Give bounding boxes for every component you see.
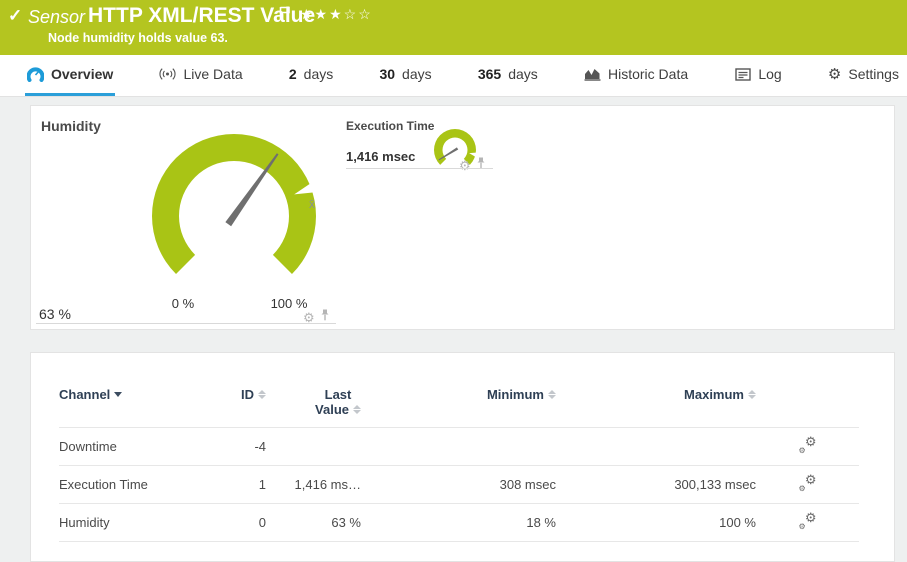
tab-label: Settings bbox=[848, 66, 899, 82]
tab-30-days[interactable]: 30 days bbox=[377, 55, 433, 96]
tab-overview[interactable]: Overview bbox=[25, 55, 115, 96]
sort-desc-icon bbox=[114, 392, 122, 397]
channel-maximum: 100 % bbox=[556, 504, 756, 542]
channels-panel: Channel ID Last Value bbox=[30, 352, 895, 562]
humidity-gauge-min-label: 0 % bbox=[170, 296, 196, 311]
tab-label: Historic Data bbox=[608, 66, 688, 82]
channel-last-value: 1,416 ms… bbox=[266, 466, 361, 504]
gear-icon[interactable]: ⚙ bbox=[303, 311, 315, 324]
column-label: Last bbox=[325, 387, 352, 402]
tab-label: days bbox=[508, 66, 538, 82]
table-header-row: Channel ID Last Value bbox=[59, 383, 859, 428]
sensor-status-banner: ✓ Sensor HTTP XML/REST Value ★★★☆☆ Node … bbox=[0, 0, 907, 55]
column-label: Channel bbox=[59, 387, 110, 402]
tab-label: days bbox=[304, 66, 334, 82]
sort-icon bbox=[748, 390, 756, 399]
channels-table: Channel ID Last Value bbox=[59, 383, 859, 542]
execution-time-tile-divider bbox=[346, 168, 493, 169]
tab-label: Log bbox=[758, 66, 781, 82]
sensor-message: Node humidity holds value 63. bbox=[48, 31, 228, 45]
object-kind-label: Sensor bbox=[28, 7, 85, 28]
execution-time-current-value: 1,416 msec bbox=[346, 149, 415, 164]
priority-stars[interactable]: ★★★☆☆ bbox=[300, 6, 373, 23]
channel-name[interactable]: Downtime bbox=[59, 428, 234, 466]
column-header-id[interactable]: ID bbox=[241, 387, 266, 402]
pin-icon[interactable] bbox=[476, 156, 486, 174]
execution-time-gauge-title: Execution Time bbox=[346, 119, 434, 133]
channel-minimum: 18 % bbox=[361, 504, 556, 542]
channel-settings-icon[interactable]: ⚙⚙ bbox=[799, 513, 817, 529]
channel-maximum: 300,133 msec bbox=[556, 466, 756, 504]
channel-name[interactable]: Execution Time bbox=[59, 466, 234, 504]
log-icon bbox=[734, 66, 751, 82]
tab-number: 365 bbox=[478, 66, 501, 82]
channel-id: 0 bbox=[234, 504, 266, 542]
channel-last-value bbox=[266, 428, 361, 466]
column-header-channel[interactable]: Channel bbox=[59, 387, 122, 402]
table-row[interactable]: Execution Time 1 1,416 ms… 308 msec 300,… bbox=[59, 466, 859, 504]
column-header-maximum[interactable]: Maximum bbox=[684, 387, 756, 402]
gear-icon[interactable]: ⚙ bbox=[459, 159, 471, 172]
channel-last-value: 63 % bbox=[266, 504, 361, 542]
tab-365-days[interactable]: 365 days bbox=[476, 55, 540, 96]
channel-id: -4 bbox=[234, 428, 266, 466]
tab-settings[interactable]: ⚙ Settings bbox=[826, 55, 901, 96]
tab-2-days[interactable]: 2 days bbox=[287, 55, 335, 96]
status-ok-check-icon: ✓ bbox=[8, 6, 22, 26]
sort-icon bbox=[258, 390, 266, 399]
column-label: Minimum bbox=[487, 387, 544, 402]
column-label: Value bbox=[315, 402, 349, 417]
stars-empty: ☆☆ bbox=[344, 6, 373, 22]
column-label: ID bbox=[241, 387, 254, 402]
sort-icon bbox=[353, 405, 361, 417]
gauge-icon bbox=[27, 66, 44, 82]
channel-name[interactable]: Humidity bbox=[59, 504, 234, 542]
execution-time-tile-actions: ⚙ bbox=[459, 156, 486, 174]
tab-label: Overview bbox=[51, 66, 113, 82]
gear-icon: ⚙ bbox=[828, 65, 841, 83]
channel-settings-icon[interactable]: ⚙⚙ bbox=[799, 475, 817, 491]
tab-historic-data[interactable]: Historic Data bbox=[582, 55, 690, 96]
channel-minimum: 308 msec bbox=[361, 466, 556, 504]
tab-label: Live Data bbox=[183, 66, 242, 82]
sort-icon bbox=[548, 390, 556, 399]
table-row[interactable]: Downtime -4 ⚙⚙ bbox=[59, 428, 859, 466]
tab-live-data[interactable]: Live Data bbox=[157, 55, 244, 96]
channel-minimum bbox=[361, 428, 556, 466]
humidity-current-value: 63 % bbox=[39, 306, 71, 322]
column-header-last-value[interactable]: Last Value bbox=[315, 387, 361, 417]
mean-marker-label: x̄ bbox=[309, 197, 315, 211]
humidity-gauge-title: Humidity bbox=[41, 118, 101, 134]
column-label: Maximum bbox=[684, 387, 744, 402]
humidity-tile-divider bbox=[36, 323, 336, 324]
channel-maximum bbox=[556, 428, 756, 466]
area-chart-icon bbox=[584, 66, 601, 82]
stars-filled: ★★★ bbox=[300, 6, 344, 22]
tab-number: 2 bbox=[289, 66, 297, 82]
broadcast-icon bbox=[159, 66, 176, 82]
tab-bar: Overview Live Data 2 days 30 days 365 da… bbox=[0, 55, 907, 97]
table-row[interactable]: Humidity 0 63 % 18 % 100 % ⚙⚙ bbox=[59, 504, 859, 542]
tab-number: 30 bbox=[379, 66, 395, 82]
tab-log[interactable]: Log bbox=[732, 55, 783, 96]
column-header-minimum[interactable]: Minimum bbox=[487, 387, 556, 402]
gauges-panel: Humidity x̄ 0 % 100 % 63 % ⚙ Execution T… bbox=[30, 105, 895, 330]
flag-icon[interactable] bbox=[279, 6, 291, 25]
tab-label: days bbox=[402, 66, 432, 82]
channel-settings-icon[interactable]: ⚙⚙ bbox=[799, 437, 817, 453]
humidity-gauge bbox=[134, 126, 334, 296]
channel-id: 1 bbox=[234, 466, 266, 504]
